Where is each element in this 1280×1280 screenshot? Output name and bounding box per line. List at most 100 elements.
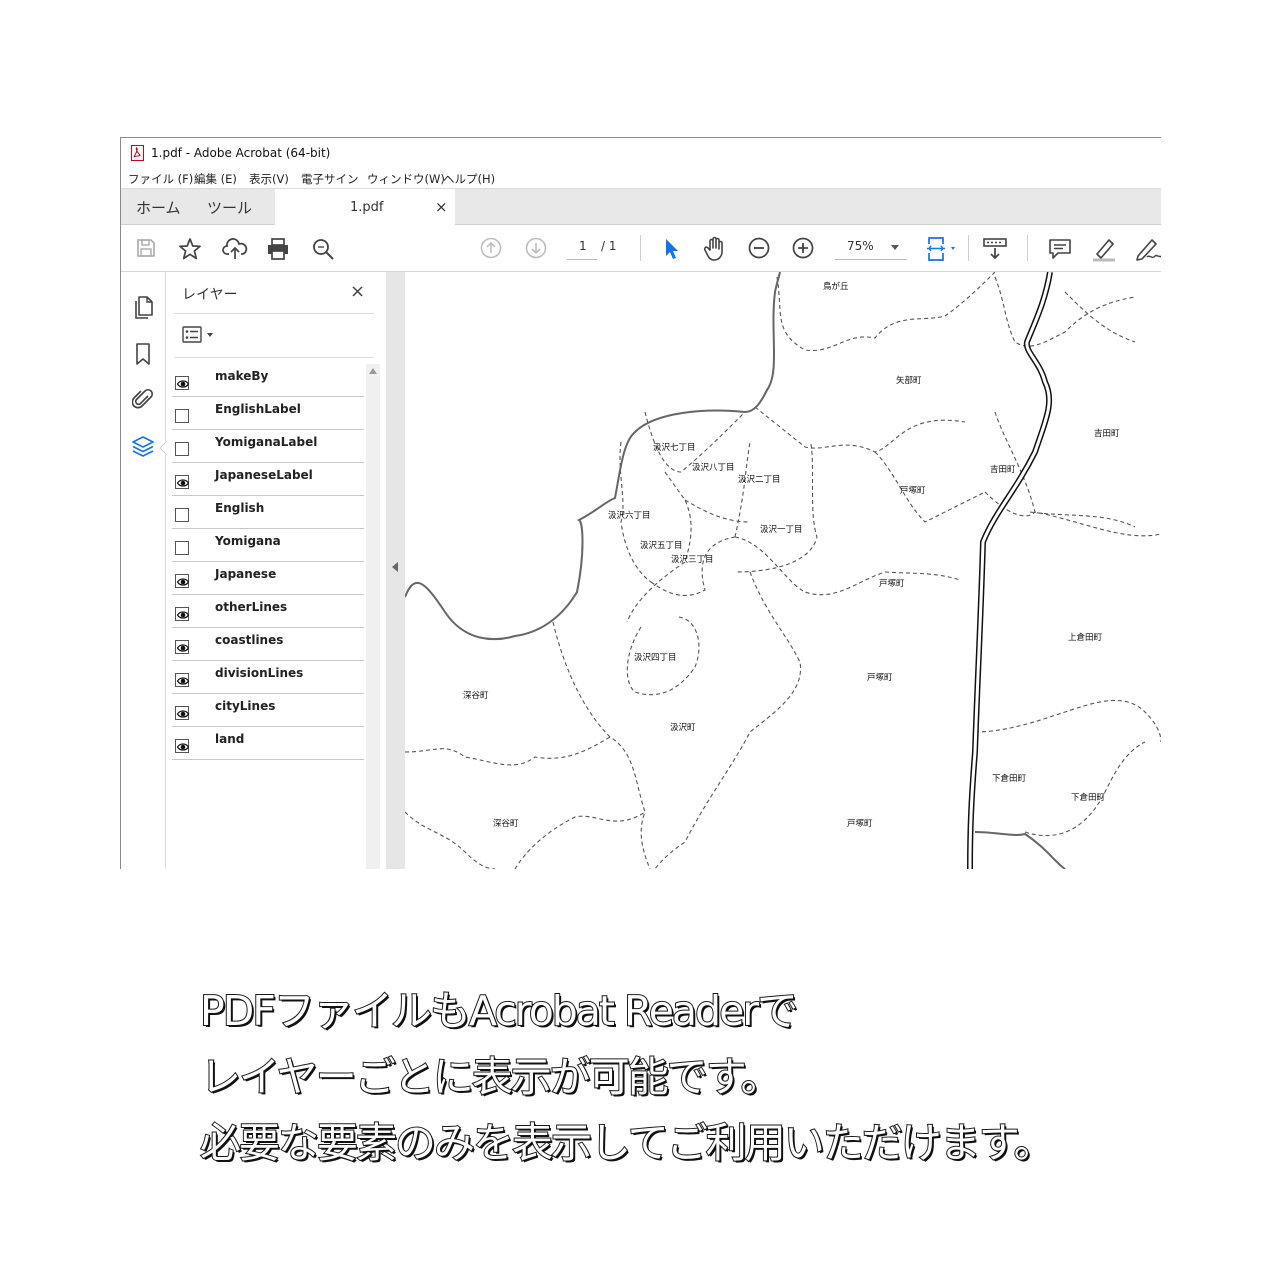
layer-name: YomiganaLabel — [215, 435, 318, 449]
panel-splitter[interactable] — [386, 272, 405, 869]
visibility-toggle[interactable] — [175, 442, 189, 456]
menu-esign[interactable]: 電子サイン — [301, 171, 359, 187]
eye-icon — [176, 644, 190, 652]
visibility-toggle[interactable] — [175, 574, 190, 588]
map-label: 汲沢六丁目 — [608, 511, 651, 521]
options-menu-icon[interactable] — [182, 326, 218, 344]
visibility-toggle[interactable] — [175, 508, 189, 522]
layer-row-divisionLines[interactable]: divisionLines — [172, 661, 364, 694]
layer-name: Japanese — [215, 567, 277, 581]
layer-row-cityLines[interactable]: cityLines — [172, 694, 364, 727]
layer-row-JapaneseLabel[interactable]: JapaneseLabel — [172, 463, 364, 496]
menu-file[interactable]: ファイル (F) — [128, 171, 193, 187]
map-label: 汲沢二丁目 — [738, 475, 781, 485]
map-label: 汲沢七丁目 — [653, 443, 696, 453]
layer-row-makeBy[interactable]: makeBy — [172, 364, 364, 397]
print-icon[interactable] — [266, 237, 290, 261]
promo-caption: PDFファイルもAcrobat Readerで レイヤーごとに表示が可能です。 … — [199, 978, 1200, 1176]
star-icon[interactable] — [178, 237, 202, 261]
map-label: 汲沢町 — [670, 723, 696, 733]
tab-bar: ホーム ツール 1.pdf × — [121, 188, 1161, 226]
visibility-toggle[interactable] — [175, 475, 190, 489]
pages-icon[interactable] — [132, 295, 154, 319]
menu-view[interactable]: 表示(V) — [249, 171, 289, 187]
map-label: 汲沢一丁目 — [760, 525, 803, 535]
map-label: 吉田町 — [1094, 429, 1120, 439]
caption-line-2: レイヤーごとに表示が可能です。 — [199, 1052, 783, 1102]
page-number-input[interactable]: 1 — [567, 235, 597, 260]
layers-scrollbar[interactable] — [366, 364, 380, 869]
layer-name: cityLines — [215, 699, 276, 713]
zoom-value: 75% — [847, 239, 874, 253]
pdf-icon — [131, 145, 144, 161]
layers-panel-title: レイヤー — [182, 287, 238, 303]
zoom-in-icon[interactable] — [792, 237, 814, 259]
layer-row-otherLines[interactable]: otherLines — [172, 595, 364, 628]
close-tab-button[interactable]: × — [435, 198, 448, 216]
side-rail — [121, 272, 167, 869]
hand-icon[interactable] — [703, 236, 727, 262]
toolbar: 1 / 1 75% — [121, 225, 1161, 272]
close-panel-button[interactable]: × — [350, 281, 365, 302]
map-label: 深谷町 — [463, 691, 489, 701]
chevron-down-icon — [891, 245, 899, 250]
toolbar-divider — [1027, 235, 1028, 261]
fit-page-icon[interactable] — [926, 236, 960, 262]
next-page-icon[interactable] — [525, 237, 547, 259]
layer-row-land[interactable]: land — [172, 727, 364, 760]
window-title: 1.pdf - Adobe Acrobat (64-bit) — [151, 146, 331, 160]
visibility-toggle[interactable] — [175, 673, 190, 687]
bookmark-icon[interactable] — [132, 342, 154, 366]
prev-page-icon[interactable] — [480, 237, 502, 259]
map-label: 下倉田町 — [992, 774, 1027, 784]
map-label: 深谷町 — [493, 819, 519, 829]
layer-name: otherLines — [215, 600, 288, 614]
visibility-toggle[interactable] — [175, 739, 190, 753]
layer-name: land — [215, 732, 245, 746]
layer-row-EnglishLabel[interactable]: EnglishLabel — [172, 397, 364, 430]
layers-icon[interactable] — [132, 435, 154, 459]
map-label: 鳥が丘 — [823, 282, 849, 292]
map-label: 汲沢八丁目 — [692, 463, 735, 473]
layer-row-YomiganaLabel[interactable]: YomiganaLabel — [172, 430, 364, 463]
map-drawing — [405, 272, 1161, 869]
upload-icon[interactable] — [222, 237, 248, 261]
collapse-panel-icon[interactable] — [392, 562, 398, 572]
eye-icon — [176, 479, 190, 487]
eye-icon — [176, 611, 190, 619]
visibility-toggle[interactable] — [175, 706, 190, 720]
visibility-toggle[interactable] — [175, 409, 189, 423]
page-total: / 1 — [601, 239, 617, 253]
document-view[interactable]: 鳥が丘 矢部町 吉田町 汲沢七丁目 汲沢八丁目 汲沢二丁目 吉田町 戸塚町 汲沢… — [405, 272, 1161, 869]
map-label: 吉田町 — [990, 465, 1016, 475]
highlight-icon[interactable] — [1091, 236, 1117, 262]
scroll-up-icon[interactable] — [369, 368, 377, 374]
select-icon[interactable] — [663, 237, 681, 261]
visibility-toggle[interactable] — [175, 376, 190, 390]
layer-row-coastlines[interactable]: coastlines — [172, 628, 364, 661]
tab-document[interactable]: 1.pdf × — [275, 189, 455, 226]
save-icon[interactable] — [136, 238, 156, 258]
tab-home[interactable]: ホーム — [136, 197, 181, 218]
visibility-toggle[interactable] — [175, 541, 189, 555]
menu-help[interactable]: ヘルプ(H) — [443, 171, 495, 187]
sign-icon[interactable] — [1134, 236, 1161, 262]
visibility-toggle[interactable] — [175, 607, 190, 621]
layer-name: Yomigana — [215, 534, 281, 548]
zoom-select[interactable]: 75% — [835, 235, 907, 260]
scroll-mode-icon[interactable] — [983, 237, 1007, 261]
map-label: 汲沢四丁目 — [634, 653, 677, 663]
search-icon[interactable] — [311, 237, 335, 261]
map-label: 上倉田町 — [1068, 633, 1103, 643]
visibility-toggle[interactable] — [175, 640, 190, 654]
menu-edit[interactable]: 編集 (E) — [194, 171, 237, 187]
layers-panel: レイヤー × makeBy EnglishLabel YomiganaLabel — [166, 272, 386, 869]
attachment-icon[interactable] — [132, 387, 154, 411]
menu-window[interactable]: ウィンドウ(W) — [367, 171, 445, 187]
comment-icon[interactable] — [1048, 237, 1072, 261]
zoom-out-icon[interactable] — [748, 237, 770, 259]
layer-row-Japanese[interactable]: Japanese — [172, 562, 364, 595]
tab-tools[interactable]: ツール — [207, 197, 252, 218]
layer-row-English[interactable]: English — [172, 496, 364, 529]
layer-row-Yomigana[interactable]: Yomigana — [172, 529, 364, 562]
